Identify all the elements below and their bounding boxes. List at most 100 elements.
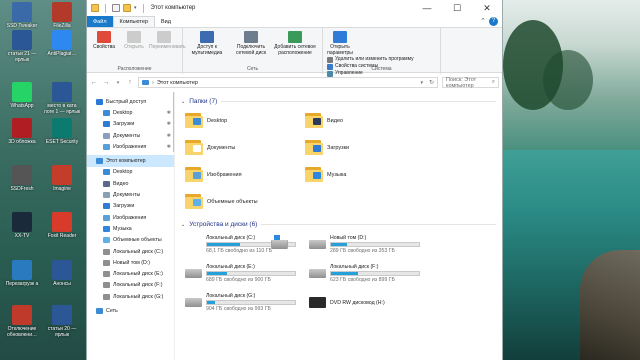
recent-chevron-icon[interactable]: ▾ xyxy=(114,80,122,86)
nav-item[interactable]: Desktop xyxy=(87,167,174,178)
desktop-shortcut[interactable]: FileZilla xyxy=(42,2,82,29)
desktop-shortcut[interactable]: Отключение обновлени… xyxy=(2,305,42,338)
folder-item[interactable]: Загрузки xyxy=(305,136,425,159)
help-icon[interactable]: ? xyxy=(489,17,498,26)
desktop-shortcut[interactable]: WhatsApp xyxy=(2,82,42,109)
nav-item[interactable]: Загрузки ✱ xyxy=(87,119,174,130)
desktop-shortcut[interactable]: 3D обложка xyxy=(2,118,42,145)
ribbon-button[interactable]: Добавить сетевое расположение xyxy=(273,30,317,56)
tab-view[interactable]: Вид xyxy=(155,16,177,27)
nav-item[interactable]: Документы ✱ xyxy=(87,130,174,141)
nav-item-label: Документы xyxy=(113,192,141,199)
folder-item[interactable]: Документы xyxy=(185,136,305,159)
nav-item[interactable]: Новый том (D:) xyxy=(87,257,174,268)
desktop-shortcut[interactable]: статьи 21 — ярлык xyxy=(2,30,42,63)
nav-item[interactable]: Локальный диск (C:) xyxy=(87,246,174,257)
nav-item[interactable]: Музыка xyxy=(87,223,174,234)
minimize-button[interactable]: — xyxy=(412,0,442,16)
nav-item[interactable]: Локальный диск (F:) xyxy=(87,280,174,291)
properties-quick-icon[interactable] xyxy=(112,4,120,12)
address-dropdown-icon[interactable]: ▾ xyxy=(420,80,423,86)
desktop-shortcut[interactable]: ESET Security xyxy=(42,118,82,145)
window-title: Этот компьютер xyxy=(150,5,196,11)
nav-item[interactable]: Загрузки xyxy=(87,201,174,212)
nav-item[interactable]: Локальный диск (E:) xyxy=(87,268,174,279)
drives-section-header[interactable]: ⌄ Устройства и диски (6) xyxy=(181,219,496,230)
shortcut-icon xyxy=(52,118,72,138)
desktop-shortcut[interactable]: место в ката логе 1 — ярлык xyxy=(42,82,82,115)
new-folder-quick-icon[interactable] xyxy=(123,4,131,12)
ribbon-button-icon xyxy=(127,31,141,43)
nav-item[interactable]: Изображения xyxy=(87,212,174,223)
drive-item[interactable]: Локальный диск (C:) 68,1 ГБ свободно из 1… xyxy=(185,232,309,257)
ribbon-button-label: Добавить сетевое расположение xyxy=(274,44,316,56)
folder-item[interactable]: Изображения xyxy=(185,163,305,186)
shortcut-icon xyxy=(52,82,72,102)
hard-drive-icon xyxy=(309,240,326,249)
nav-item[interactable]: Локальный диск (G:) xyxy=(87,291,174,302)
shortcut-label: SSD Tweaker xyxy=(6,23,38,29)
nav-item[interactable]: Быстрый доступ xyxy=(87,96,174,107)
nav-item[interactable]: Сеть xyxy=(87,305,174,316)
nav-item[interactable]: Desktop ✱ xyxy=(87,107,174,118)
desktop-shortcut[interactable]: Перезагрузк а xyxy=(2,260,42,287)
forward-arrow-icon[interactable]: → xyxy=(102,79,110,86)
ribbon-button[interactable]: Свойства xyxy=(89,30,119,51)
nav-item-label: Видео xyxy=(113,180,129,187)
tab-file[interactable]: Файл xyxy=(87,16,113,27)
drive-item[interactable]: Локальный диск (G:) 904 ГБ свободно из 99… xyxy=(185,290,309,315)
close-button[interactable]: ✕ xyxy=(472,0,502,16)
refresh-icon[interactable]: ↻ xyxy=(429,79,434,86)
ribbon-button[interactable]: Доступ к мультимедиа xyxy=(185,30,229,56)
nav-item-icon xyxy=(103,180,110,187)
desktop-shortcut[interactable]: статьи 20 — ярлык xyxy=(42,305,82,338)
ribbon-button[interactable]: Подключить сетевой диск xyxy=(229,30,273,56)
drive-item[interactable]: Локальный диск (E:) 689 ГБ свободно из 90… xyxy=(185,261,309,286)
nav-item[interactable]: Документы xyxy=(87,189,174,200)
drive-item[interactable]: Локальный диск (F:) 623 ГБ свободно из 89… xyxy=(309,261,433,286)
maximize-button[interactable]: ☐ xyxy=(442,0,472,16)
ribbon-button[interactable]: Открыть параметры xyxy=(325,30,355,56)
desktop-shortcut[interactable]: AntiPlagiat… xyxy=(42,30,82,57)
nav-item-label: Desktop xyxy=(113,109,133,116)
drive-item[interactable]: DVD RW дисковод (H:) xyxy=(309,290,433,315)
folders-section-header[interactable]: ⌄ Папки (7) xyxy=(181,96,496,107)
drives-grid: Локальный диск (C:) 68,1 ГБ свободно из 1… xyxy=(181,232,496,315)
shortcut-icon xyxy=(12,82,32,102)
desktop-shortcut[interactable]: Foxit Reader xyxy=(42,212,82,239)
folder-label: Видео xyxy=(327,117,344,124)
quick-access-dropdown-icon[interactable]: ▾ xyxy=(134,5,137,11)
nav-item-icon xyxy=(103,214,110,221)
drive-free-space: 689 ГБ свободно из 900 ГБ xyxy=(206,277,271,283)
ribbon-button[interactable]: Открыть xyxy=(119,30,149,51)
nav-item[interactable]: Видео xyxy=(87,178,174,189)
tab-computer[interactable]: Компьютер xyxy=(112,16,155,27)
ribbon-small-button[interactable]: Удалить или изменить программу xyxy=(327,56,414,63)
shortcut-label: FileZilla xyxy=(53,23,71,29)
folder-item[interactable]: Desktop xyxy=(185,109,305,132)
address-box[interactable]: › Этот компьютер ▾ ↻ xyxy=(138,77,438,88)
content-pane: ⌄ Папки (7) Desktop Видео Документы Загрузк… xyxy=(175,92,502,360)
collapse-ribbon-icon[interactable]: ⌃ xyxy=(480,17,486,25)
nav-item[interactable]: Объемные объекты xyxy=(87,235,174,246)
desktop-shortcut[interactable]: SSD Tweaker xyxy=(2,2,42,29)
ribbon-button[interactable]: Переименовать xyxy=(149,30,186,51)
desktop-shortcut[interactable]: Imagine xyxy=(42,165,82,192)
nav-item-label: Музыка xyxy=(113,225,132,232)
search-input[interactable]: Поиск: Этот компьютер ⌕ xyxy=(442,77,499,89)
desktop-shortcut[interactable]: Анонсы xyxy=(42,260,82,287)
folder-item[interactable]: Видео xyxy=(305,109,425,132)
folder-label: Документы xyxy=(207,144,236,151)
hard-drive-icon xyxy=(185,298,202,307)
back-arrow-icon[interactable]: ← xyxy=(90,79,98,86)
nav-item[interactable]: Этот компьютер xyxy=(87,155,174,167)
drive-free-space: 289 ГБ свободно из 353 ГБ xyxy=(330,248,395,254)
nav-item[interactable]: Изображения ✱ xyxy=(87,141,174,152)
folder-item[interactable]: Музыка xyxy=(305,163,425,186)
folder-item[interactable]: Объемные объекты xyxy=(185,190,305,213)
up-arrow-icon[interactable]: ↑ xyxy=(126,79,134,86)
desktop-shortcut[interactable]: XX-TV xyxy=(2,212,42,239)
desktop-shortcut[interactable]: SSDFresh xyxy=(2,165,42,192)
drive-item[interactable]: Новый том (D:) 289 ГБ свободно из 353 ГБ xyxy=(309,232,433,257)
folder-label: Загрузки xyxy=(327,144,350,151)
